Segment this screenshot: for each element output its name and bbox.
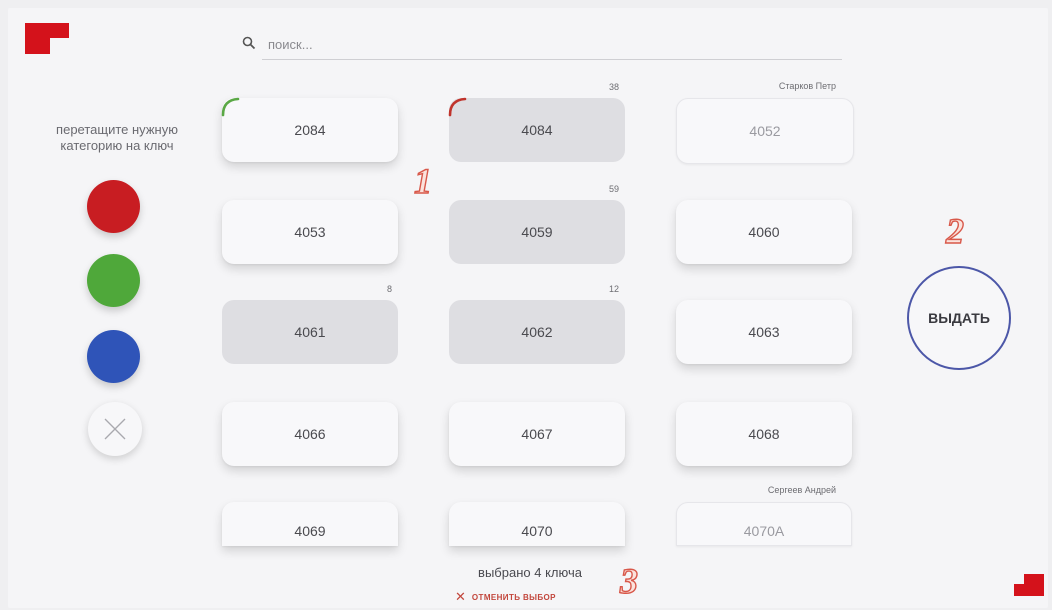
key-number: 4059 [521,224,553,240]
category-blue[interactable] [87,330,140,383]
category-indicator-icon [448,97,467,117]
brand-logo-small [1014,574,1044,596]
key-4063[interactable]: 4063 [676,300,852,364]
category-indicator-icon [221,97,240,117]
key-usage-count: 8 [386,284,392,294]
key-number: 4066 [294,426,326,442]
clear-category-button[interactable] [88,402,142,456]
key-number: 4070 [521,523,553,539]
key-number: 4060 [748,224,780,240]
key-4061[interactable]: 4061 [222,300,398,364]
key-2084[interactable]: 2084 [221,97,398,162]
key-4084[interactable]: 4084 [448,97,625,162]
drag-hint: перетащите нужную категорию на ключ [56,122,178,153]
key-4070[interactable]: 4070 [449,502,625,546]
key-number: 4052 [749,123,781,139]
category-red[interactable] [87,180,140,233]
key-4068[interactable]: 4068 [676,402,852,466]
key-4060[interactable]: 4060 [676,200,852,264]
key-4066[interactable]: 4066 [222,402,398,466]
key-number: 4053 [294,224,326,240]
key-number: 4062 [521,324,553,340]
key-usage-count: 12 [608,284,619,294]
key-number: 2084 [294,122,326,138]
key-usage-count: 59 [608,184,619,194]
key-number: 4070A [743,523,785,539]
key-4069[interactable]: 4069 [222,502,398,546]
search-input[interactable] [262,30,842,60]
brand-logo [25,23,69,54]
key-4070A[interactable]: 4070A [676,502,852,546]
search-icon [242,36,256,50]
annotation-2: 2 [945,210,964,251]
annotation-1: 1 [413,160,432,201]
key-number: 4069 [294,523,326,539]
key-usage-count: 38 [608,82,619,92]
close-icon: ✕ [455,589,466,604]
key-number: 4067 [521,426,553,442]
key-number: 4063 [748,324,780,340]
selected-count: выбрано 4 ключа [478,565,582,580]
annotation-3: 3 [619,560,638,601]
key-4062[interactable]: 4062 [449,300,625,364]
key-number: 4084 [521,122,553,138]
category-green[interactable] [87,254,140,307]
key-number: 4061 [294,324,326,340]
key-4059[interactable]: 4059 [449,200,625,264]
cancel-selection-label: отменить выбор [471,592,556,602]
key-4052[interactable]: 4052 [676,98,854,164]
key-holder-name: Старков Петр [778,81,836,91]
cancel-selection-button[interactable]: ✕ отменить выбор [455,588,556,606]
close-icon [104,418,126,440]
key-4053[interactable]: 4053 [222,200,398,264]
issue-button[interactable]: ВЫДАТЬ [907,266,1011,370]
key-4067[interactable]: 4067 [449,402,625,466]
key-number: 4068 [748,426,780,442]
search-bar [242,30,842,62]
key-holder-name: Сергеев Андрей [767,485,836,495]
